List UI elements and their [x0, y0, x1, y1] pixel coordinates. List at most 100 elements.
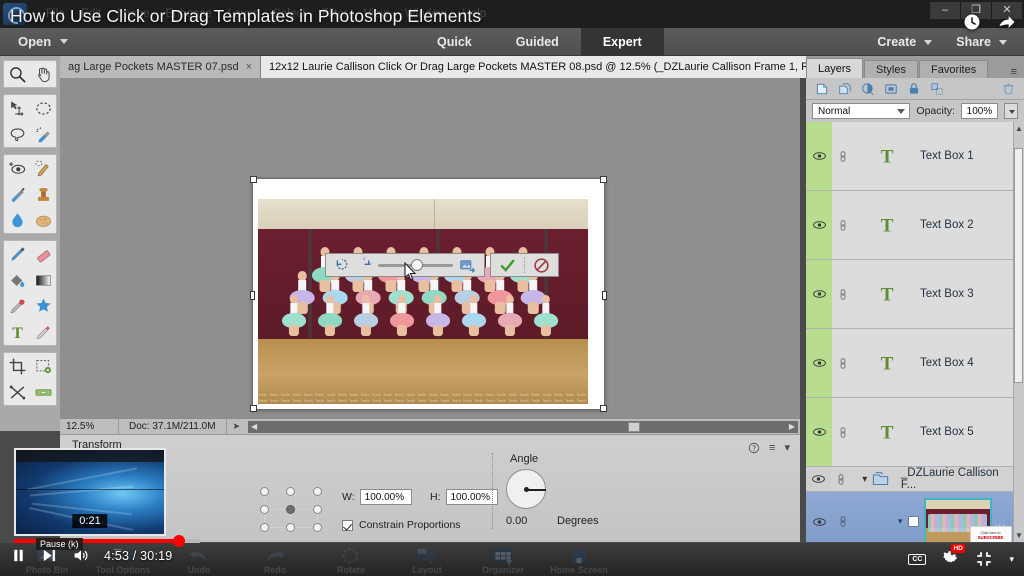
pencil-tool-icon[interactable] — [30, 319, 56, 345]
layer-visibility-toggle[interactable] — [806, 467, 831, 491]
document-window[interactable]: Teeth Teeth Teeth Teeth Teeth Teeth Teet… — [250, 176, 607, 412]
tab-quick[interactable]: Quick — [415, 28, 494, 56]
watch-later-icon[interactable] — [962, 12, 982, 32]
layer-visibility-toggle[interactable] — [806, 122, 832, 190]
layer-link-icon[interactable] — [832, 357, 854, 370]
blur-tool-icon[interactable] — [4, 207, 30, 233]
paint-bucket-tool-icon[interactable] — [4, 267, 30, 293]
help-icon[interactable] — [748, 442, 760, 454]
transform-handle-bl[interactable] — [250, 405, 257, 412]
progress-scrubber[interactable] — [173, 535, 185, 547]
tab-styles[interactable]: Styles — [864, 60, 918, 78]
cancel-button[interactable] — [533, 257, 550, 274]
opacity-input[interactable]: 100% — [960, 103, 998, 119]
layers-scrollbar[interactable]: ▲ ▼ — [1013, 122, 1024, 542]
document-tab-1[interactable]: ag Large Pockets MASTER 07.psd × — [60, 56, 262, 78]
layer-row[interactable]: ▾_DZLaurie Callison F...fx — [806, 467, 1024, 492]
transform-handle-tl[interactable] — [250, 176, 257, 183]
anchor-mid-right[interactable] — [313, 505, 322, 514]
layer-row[interactable]: ▾ Click here to SUBSCRIBE... — [806, 492, 1024, 542]
status-expand-icon[interactable]: ➤ — [227, 421, 247, 432]
tab-favorites[interactable]: Favorites — [919, 60, 989, 78]
commit-button[interactable] — [499, 257, 516, 274]
recompose-tool-icon[interactable] — [4, 379, 30, 405]
layer-link-icon[interactable] — [831, 473, 852, 486]
sponge-tool-icon[interactable] — [30, 207, 56, 233]
video-progress-bar[interactable]: Pause (k) — [0, 535, 1024, 550]
straighten-tool-icon[interactable] — [30, 379, 56, 405]
angle-dial[interactable] — [506, 469, 546, 509]
delete-layer-icon[interactable] — [1002, 82, 1015, 96]
open-button[interactable]: Open — [14, 32, 72, 51]
layer-link-icon[interactable] — [832, 515, 854, 528]
pause-button[interactable] — [10, 547, 27, 564]
width-input[interactable]: 100.00% — [359, 489, 412, 505]
layer-row[interactable]: T Text Box 3 — [806, 260, 1024, 329]
create-menu[interactable]: Create — [868, 35, 941, 49]
layer-row[interactable]: T Text Box 1 — [806, 122, 1024, 191]
anchor-center[interactable] — [286, 505, 295, 514]
anchor-bottom-center[interactable] — [286, 523, 295, 532]
layer-link-icon[interactable] — [832, 288, 854, 301]
settings-button[interactable]: HD — [942, 544, 965, 569]
panel-menu-icon[interactable]: ≡ — [1004, 66, 1024, 78]
exit-fullscreen-button[interactable] — [975, 550, 993, 568]
panel-menu-icon[interactable]: ≡ — [769, 442, 775, 454]
eyedropper-tool-icon[interactable] — [4, 293, 30, 319]
transform-anchor-grid[interactable] — [260, 487, 322, 533]
layer-visibility-toggle[interactable] — [806, 492, 832, 542]
layer-row[interactable]: T Text Box 5 — [806, 398, 1024, 467]
replace-photo-button[interactable] — [459, 258, 476, 273]
layer-visibility-toggle[interactable] — [806, 398, 832, 466]
angle-value[interactable]: 0.00 — [506, 515, 527, 527]
cookie-cutter-tool-icon[interactable] — [30, 353, 56, 379]
share-menu[interactable]: Share — [947, 35, 1016, 49]
height-input[interactable]: 100.00% — [445, 489, 498, 505]
document-tab-2[interactable]: 12x12 Laurie Callison Click Or Drag Larg… — [261, 56, 868, 78]
close-icon[interactable]: × — [246, 61, 252, 73]
layer-visibility-toggle[interactable] — [806, 260, 832, 328]
layer-link-icon[interactable] — [832, 219, 854, 232]
tab-guided[interactable]: Guided — [494, 28, 581, 56]
blend-mode-select[interactable]: Normal — [812, 103, 911, 119]
brush-tool-icon[interactable] — [4, 241, 30, 267]
layer-row[interactable]: T Text Box 4 — [806, 329, 1024, 398]
clone-stamp-tool-icon[interactable] — [30, 181, 56, 207]
lasso-tool-icon[interactable] — [4, 121, 30, 147]
anchor-top-right[interactable] — [313, 487, 322, 496]
transform-handle-tr[interactable] — [600, 176, 607, 183]
transform-handle-br[interactable] — [600, 405, 607, 412]
type-tool-icon[interactable]: T — [4, 319, 30, 345]
rotate-left-button[interactable] — [334, 257, 350, 273]
spot-healing-brush-tool-icon[interactable] — [30, 155, 56, 181]
quick-selection-tool-icon[interactable] — [30, 121, 56, 147]
transform-handle-right[interactable] — [602, 291, 607, 300]
layer-link-icon[interactable] — [832, 426, 854, 439]
gradient-tool-icon[interactable] — [30, 267, 56, 293]
canvas-area[interactable]: Teeth Teeth Teeth Teeth Teeth Teeth Teet… — [60, 78, 800, 418]
layer-link-icon[interactable] — [832, 150, 854, 163]
anchor-top-center[interactable] — [286, 487, 295, 496]
move-tool-icon[interactable] — [4, 95, 30, 121]
minimize-button[interactable]: – — [930, 2, 960, 19]
red-eye-removal-tool-icon[interactable] — [4, 155, 30, 181]
crop-tool-icon[interactable] — [4, 353, 30, 379]
layers-scrollbar-thumb[interactable] — [1014, 148, 1023, 383]
horizontal-scrollbar[interactable]: ◀ ▶ — [248, 420, 798, 433]
anchor-top-left[interactable] — [260, 487, 269, 496]
share-icon[interactable] — [996, 12, 1018, 32]
anchor-bottom-left[interactable] — [260, 523, 269, 532]
new-layer-icon[interactable] — [815, 82, 829, 96]
transform-handle-left[interactable] — [250, 291, 255, 300]
lock-layer-icon[interactable] — [907, 82, 921, 96]
custom-shape-tool-icon[interactable] — [30, 293, 56, 319]
layer-visibility-toggle[interactable] — [806, 329, 832, 397]
zoom-level[interactable]: 12.5% — [60, 421, 118, 432]
subtitles-button[interactable]: CC — [908, 553, 927, 565]
link-layers-icon[interactable] — [930, 82, 944, 96]
adjustment-layer-icon[interactable] — [861, 82, 875, 96]
eraser-tool-icon[interactable] — [30, 241, 56, 267]
anchor-bottom-right[interactable] — [313, 523, 322, 532]
tab-expert[interactable]: Expert — [580, 28, 664, 56]
constrain-proportions-row[interactable]: Constrain Proportions — [342, 519, 461, 531]
